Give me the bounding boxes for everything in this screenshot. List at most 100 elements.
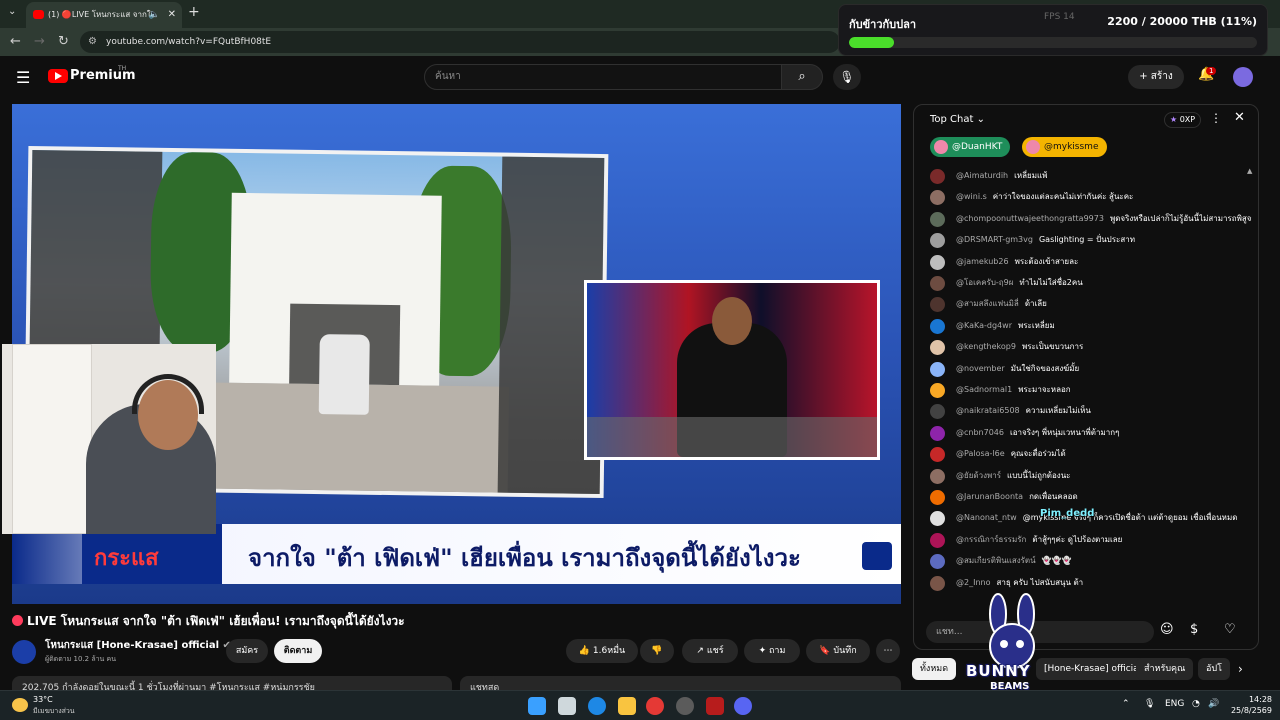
chat-message[interactable]: @กรรณิการ์ธรรมรัก ต้าสู้ๆๆค่ะ ดูไปร้องตาม…	[930, 531, 1252, 551]
chat-message[interactable]: @Aimaturdih เหลี่ยมแพ้	[930, 167, 1252, 187]
chat-message[interactable]: @KaKa-dg4wr พระเหลี่ยม	[930, 317, 1252, 337]
like-button[interactable]: 👍 1.6หมื่น	[566, 639, 638, 663]
chat-message[interactable]: @Sadnormal1 พระมาจะหลอก	[930, 381, 1252, 401]
chat-avatar[interactable]	[930, 532, 945, 548]
chat-author[interactable]: @DRSMART-gm3vg	[956, 235, 1033, 244]
filter-chip-for-you[interactable]: สำหรับคุณ	[1136, 658, 1194, 680]
wifi-icon[interactable]: ◔	[1192, 699, 1200, 709]
chat-avatar[interactable]	[930, 447, 945, 463]
chat-author[interactable]: @สมเกียรติพินแสงรัตน์	[956, 556, 1036, 565]
new-tab-button[interactable]: +	[188, 4, 200, 20]
chat-message[interactable]: @Palosa-l6e คุณจะตื่อร่วมได้	[930, 445, 1252, 465]
channel-name[interactable]: โหนกระแส [Hone-Krasae] official ✔	[45, 638, 231, 653]
site-info-icon[interactable]: ⚙	[88, 31, 97, 53]
chat-message[interactable]: @chompoonuttwajeethongratta9973 พูดจริงหร…	[930, 210, 1252, 230]
system-clock[interactable]: 14:28 25/8/2569	[1228, 694, 1272, 716]
channel-avatar[interactable]	[12, 640, 36, 664]
chat-avatar[interactable]	[930, 490, 945, 505]
chat-avatar[interactable]	[930, 575, 945, 591]
pinned-user-chip[interactable]: @DuanHKT	[930, 137, 1011, 157]
task-view-icon[interactable]	[558, 697, 576, 715]
chrome-icon[interactable]	[646, 697, 664, 715]
chat-message[interactable]: @สมเกียรติพินแสงรัตน์ 👻👻👻	[930, 552, 1252, 572]
subscribe-button[interactable]: ติดตาม	[274, 639, 322, 663]
chat-avatar[interactable]	[930, 211, 945, 227]
chat-avatar[interactable]	[930, 383, 945, 398]
forward-icon[interactable]: →	[34, 34, 45, 49]
dislike-button[interactable]: 👎	[640, 639, 674, 663]
chat-message[interactable]: @kengthekop9 พระเป็นขบวนการ	[930, 338, 1252, 358]
volume-icon[interactable]: 🔊	[1208, 699, 1219, 709]
chat-avatar[interactable]	[930, 404, 945, 420]
join-button[interactable]: สมัคร	[226, 639, 268, 663]
search-input[interactable]: ค้นหา	[424, 64, 782, 90]
chat-avatar[interactable]	[930, 254, 945, 270]
chat-message[interactable]: @naikratai6508 ความเหลี่ยมไม่เห็น	[930, 402, 1252, 422]
browser-tab-active[interactable]: (1) 🔴LIVE โหนกระแส จากใจ 🔈 ✕	[26, 2, 182, 28]
share-button[interactable]: ↗ แชร์	[682, 639, 738, 663]
chat-author[interactable]: @naikratai6508	[956, 406, 1020, 415]
chat-author[interactable]: @kengthekop9	[956, 342, 1016, 351]
chat-author[interactable]: @กรรณิการ์ธรรมรัก	[956, 535, 1026, 544]
filter-chip-uploads[interactable]: อัปโ	[1198, 658, 1230, 680]
heart-icon[interactable]: ♡	[1224, 622, 1236, 637]
reload-icon[interactable]: ↻	[58, 34, 69, 49]
dota-icon[interactable]	[706, 697, 724, 715]
address-bar[interactable]: ⚙ youtube.com/watch?v=FQutBfH08tE	[80, 31, 840, 53]
menu-icon[interactable]: ☰	[16, 68, 30, 87]
chat-author[interactable]: @cnbn7046	[956, 428, 1004, 437]
youtube-logo-icon[interactable]	[48, 69, 68, 83]
discord-icon[interactable]	[734, 697, 752, 715]
chat-avatar[interactable]	[930, 190, 945, 206]
chat-author[interactable]: @KaKa-dg4wr	[956, 321, 1012, 330]
chat-author[interactable]: @2_Inno	[956, 578, 990, 587]
chat-message[interactable]: @2_Inno สาธุ ครับ ไปสนับสนุน ต้า	[930, 574, 1252, 594]
chat-avatar[interactable]	[930, 361, 945, 377]
chat-message[interactable]: @สามสลึงแฟนมิลี่ ด้าเลีย	[930, 295, 1252, 315]
chat-avatar[interactable]	[930, 297, 945, 313]
chat-author[interactable]: @โอเคครับ-ฤ9ผ	[956, 278, 1013, 287]
chat-author[interactable]: @november	[956, 364, 1005, 373]
save-button[interactable]: 🔖 บันทึก	[806, 639, 870, 663]
chat-message[interactable]: @wini.s ค่าว่าใจของแต่ละคนไม่เท่ากันค่ะ ส…	[930, 188, 1252, 208]
pinned-user-chip[interactable]: @mykissme	[1022, 137, 1107, 157]
voice-search-button[interactable]: 🎙	[833, 64, 861, 90]
chat-avatar[interactable]	[930, 169, 945, 184]
edge-browser-icon[interactable]	[588, 697, 606, 715]
chat-author[interactable]: @Aimaturdih	[956, 171, 1008, 180]
chat-message[interactable]: @DRSMART-gm3vg Gaslighting = ปั่นประสาท	[930, 231, 1252, 251]
ask-button[interactable]: ✦ ถาม	[744, 639, 800, 663]
language-indicator[interactable]: ENG	[1165, 699, 1184, 709]
chat-avatar[interactable]	[930, 233, 945, 249]
tray-chevron-icon[interactable]: ⌃	[1122, 699, 1130, 709]
chat-author[interactable]: @jamekub26	[956, 257, 1009, 266]
account-avatar[interactable]	[1233, 67, 1253, 87]
chat-author[interactable]: @Sadnormal1	[956, 385, 1012, 394]
create-button[interactable]: + สร้าง	[1128, 65, 1184, 89]
chat-message-list[interactable]: @Aimaturdih เหลี่ยมแพ้ @wini.s ค่าว่าใจของแ…	[914, 167, 1258, 611]
chat-author[interactable]: @ยัยด้วงพาร์	[956, 471, 1001, 480]
close-chat-icon[interactable]: ✕	[1234, 110, 1245, 125]
filter-chip-all[interactable]: ทั้งหมด	[912, 658, 957, 680]
chat-author[interactable]: @Nanonat_ntw	[956, 513, 1017, 522]
chat-message[interactable]: @november มันใช่กิจของสงฆ์มั้ย	[930, 360, 1252, 380]
chat-author[interactable]: @chompoonuttwajeethongratta9973	[956, 214, 1104, 223]
file-explorer-icon[interactable]	[618, 697, 636, 715]
chat-message[interactable]: @JarunanBoonta กดเพื่อนคลอด	[930, 488, 1252, 508]
chat-avatar[interactable]	[930, 276, 945, 291]
start-icon[interactable]	[528, 697, 546, 715]
chat-avatar[interactable]	[930, 554, 945, 570]
search-button[interactable]: ⌕	[781, 64, 823, 90]
chat-avatar[interactable]	[930, 468, 945, 484]
chat-message[interactable]: @ยัยด้วงพาร์ แบบนี้ไม่ถูกต้องนะ	[930, 467, 1252, 487]
chat-avatar[interactable]	[930, 340, 945, 356]
weather-icon[interactable]	[12, 698, 28, 712]
chat-avatar[interactable]	[930, 425, 945, 441]
chat-more-icon[interactable]: ⋮	[1210, 111, 1222, 125]
mute-tab-icon[interactable]: 🔈	[149, 2, 160, 28]
scroll-up-arrow-icon[interactable]: ▲	[1247, 167, 1252, 175]
mic-tray-icon[interactable]: 🎙	[1144, 699, 1155, 709]
chat-avatar[interactable]	[930, 318, 945, 334]
chat-message[interactable]: @โอเคครับ-ฤ9ผ ทำไมไม่ใส่ชื่อ2คน	[930, 274, 1252, 294]
back-icon[interactable]: ←	[10, 34, 21, 49]
